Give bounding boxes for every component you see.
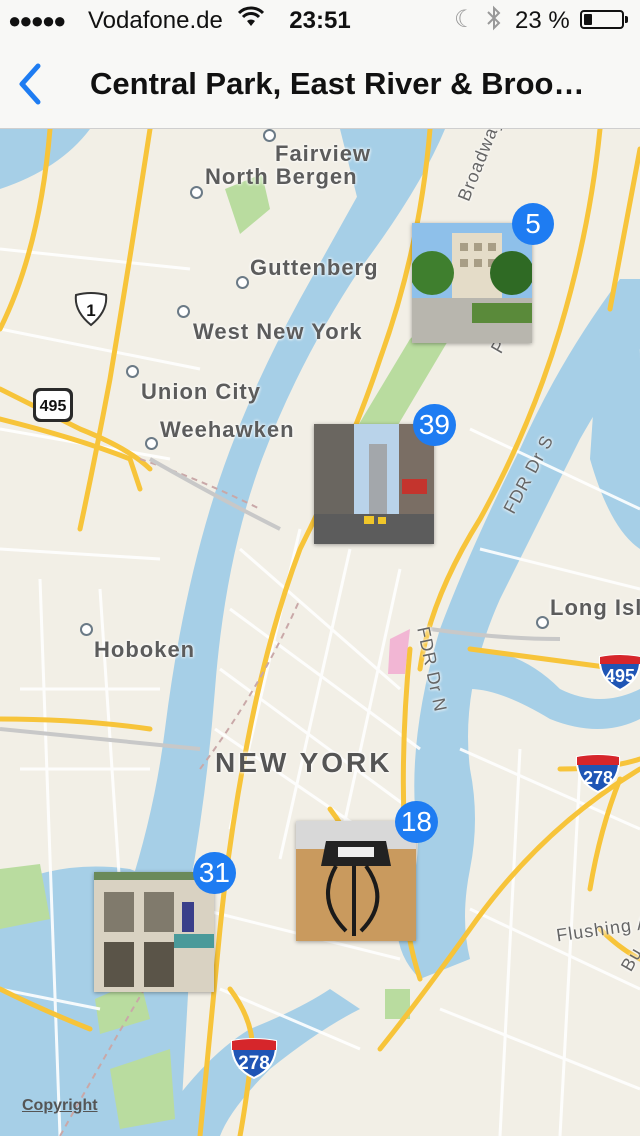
battery-level-fill	[584, 14, 593, 25]
photo-count-badge: 5	[512, 203, 554, 245]
shield-text: 1	[86, 301, 95, 320]
place-marker-dot	[126, 365, 139, 378]
navigation-bar: Central Park, East River & Broo…	[0, 40, 640, 129]
us-route-1-shield: 1	[72, 291, 110, 327]
shield-text: 278	[583, 768, 613, 788]
place-marker-dot	[536, 616, 549, 629]
photo-cluster-midtown[interactable]: 39	[314, 404, 456, 544]
place-marker-dot	[145, 437, 158, 450]
battery-icon	[580, 10, 628, 29]
shield-text: 495	[40, 398, 67, 415]
route-495-shield: 495	[32, 387, 74, 423]
photo-count-badge: 39	[412, 404, 456, 446]
battery-percentage: 23 %	[515, 7, 570, 34]
photo-thumbnail	[412, 223, 532, 343]
place-label-union-city: Union City	[141, 379, 261, 404]
page-title: Central Park, East River & Broo…	[90, 66, 585, 101]
place-marker-dot	[236, 276, 249, 289]
chevron-left-icon	[19, 63, 41, 105]
photo-count-badge: 18	[394, 801, 438, 843]
photo-cluster-financial-district[interactable]: 31	[94, 852, 236, 992]
photo-thumbnail	[94, 872, 214, 992]
place-marker-dot	[190, 186, 203, 199]
place-label-long-island: Long Isl	[550, 595, 640, 620]
interstate-278-shield-east: 278	[574, 753, 622, 794]
interstate-278-shield-south: 278	[229, 1037, 279, 1080]
shield-text: 495	[605, 666, 635, 686]
copyright-link[interactable]: Copyright	[22, 1097, 98, 1115]
place-label-weehawken: Weehawken	[160, 417, 295, 442]
back-button[interactable]	[12, 56, 62, 112]
photo-cluster-central-park[interactable]: 5	[412, 203, 554, 343]
place-label-guttenberg: Guttenberg	[250, 255, 379, 280]
photo-thumbnail	[296, 821, 416, 941]
status-bar: ●●●●● Vodafone.de 23:51 ☾ 23 %	[0, 0, 640, 40]
bluetooth-icon	[486, 5, 502, 38]
photo-cluster-brooklyn[interactable]: 18	[296, 801, 438, 941]
interstate-495-shield: 495	[597, 653, 640, 692]
shield-text: 278	[238, 1053, 270, 1074]
place-label-west-new-york: West New York	[193, 319, 363, 344]
place-label-north-bergen: North Bergen	[205, 164, 358, 189]
map-view[interactable]: Fairview North Bergen Guttenberg West Ne…	[0, 129, 640, 1136]
place-label-new-york: NEW YORK	[215, 747, 393, 778]
photo-count-badge: 31	[192, 852, 236, 894]
do-not-disturb-icon: ☾	[454, 6, 476, 33]
place-marker-dot	[177, 305, 190, 318]
photo-thumbnail	[314, 424, 434, 544]
place-label-hoboken: Hoboken	[94, 637, 196, 662]
place-marker-dot	[80, 623, 93, 636]
